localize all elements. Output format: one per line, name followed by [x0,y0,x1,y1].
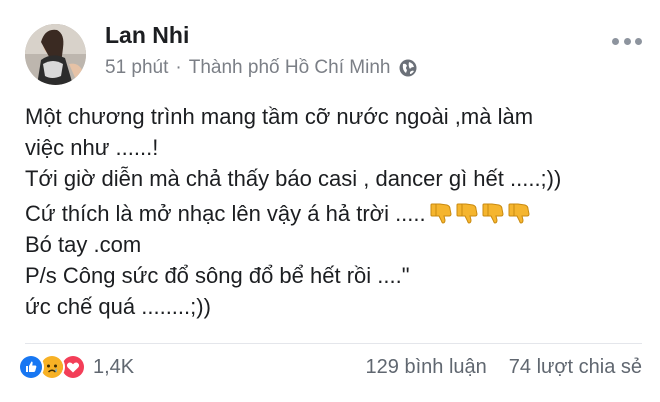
comment-count[interactable]: 129 bình luận [366,356,487,379]
avatar[interactable] [25,24,86,85]
more-icon[interactable] [612,38,642,46]
post-text-line-with-emoji: Cứ thích là mở nhạc lên vậy á hả trời ..… [25,198,645,229]
meta-separator: · [175,57,182,78]
globe-icon[interactable] [398,58,418,78]
post-text-line: ức chế quá ........;)) [25,294,211,319]
post-meta: 51 phút · Thành phố Hồ Chí Minh [105,57,418,79]
post-stats: 129 bình luận 74 lượt chia sẻ [366,356,642,379]
post-text-line: Bó tay .com [25,232,142,257]
thumbs-down-icon [430,203,452,224]
share-count[interactable]: 74 lượt chia sẻ [509,356,642,379]
thumbs-down-icon [508,203,530,224]
post-text-line: Cứ thích là mở nhạc lên vậy á hả trời ..… [25,201,426,226]
thumbs-down-icon [456,203,478,224]
more-dot [623,38,631,45]
post-text-line: P/s Công sức đổ sông đổ bể hết rồi ...." [25,263,410,288]
post-content: Một chương trình mang tầm cỡ nước ngoài … [25,101,645,322]
post-text-line: việc như ......! [25,135,159,160]
avatar-photo [25,24,86,85]
author-name[interactable]: Lan Nhi [105,22,189,49]
post-text-line: Tới giờ diễn mà chả thấy báo casi , danc… [25,166,562,191]
reactions-summary[interactable]: 1,4K [18,354,134,380]
post-text-line: Một chương trình mang tầm cỡ nước ngoài … [25,104,534,129]
like-reaction-icon [18,354,44,380]
thumbs-down-icon [482,203,504,224]
reaction-count[interactable]: 1,4K [93,356,134,379]
more-dot [612,38,619,45]
thumbs-down-emoji-group [428,201,532,225]
more-dot [635,38,642,45]
divider [25,343,642,344]
post-time[interactable]: 51 phút [105,57,168,79]
facebook-post: Lan Nhi 51 phút · Thành phố Hồ Chí Minh … [0,0,660,402]
post-location[interactable]: Thành phố Hồ Chí Minh [189,57,391,79]
